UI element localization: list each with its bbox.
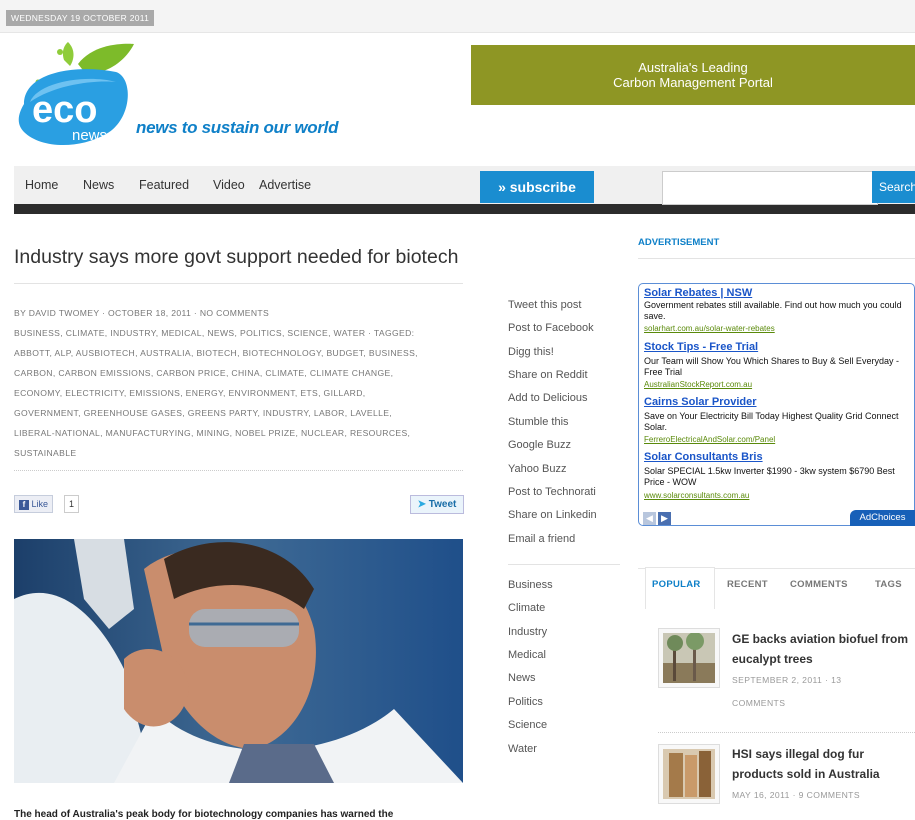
scientist-image [14, 539, 463, 783]
tags-line: Liberal-National, manufacturying, mining… [14, 428, 411, 438]
popular-post-title[interactable]: GE backs aviation biofuel from eucalypt … [732, 629, 912, 669]
ad-body: Save on Your Electricity Bill Today High… [644, 411, 899, 432]
article-lede: The head of Australia's peak body for bi… [14, 809, 394, 820]
svg-text:news: news [72, 127, 107, 144]
subscribe-button[interactable]: » subscribe [480, 171, 594, 203]
like-label: Like [31, 499, 49, 509]
category-business[interactable]: Business [508, 579, 553, 591]
popular-post-meta: COMMENTS [732, 698, 786, 708]
article-title: Industry says more govt support needed f… [14, 246, 459, 268]
category-water[interactable]: Water [508, 743, 537, 755]
tab-recent[interactable]: RECENT [727, 579, 768, 590]
share-delicious[interactable]: Add to Delicious [508, 392, 588, 404]
ad-title[interactable]: Solar Rebates | NSW [644, 287, 752, 299]
tags-line: carbon, carbon emissions, carbon price, … [14, 368, 394, 378]
nav-advertise[interactable]: Advertise [259, 178, 311, 192]
category-medical[interactable]: Medical [508, 649, 546, 661]
tweet-label: Tweet [428, 499, 457, 510]
category-climate[interactable]: Climate [508, 602, 545, 614]
ad-url[interactable]: AustralianStockReport.com.au [644, 380, 752, 389]
adchoices-badge[interactable]: AdChoices [850, 510, 915, 526]
article-photo [14, 539, 463, 783]
share-linkedin[interactable]: Share on Linkedin [508, 509, 597, 521]
ad-url[interactable]: solarhart.com.au/solar-water-rebates [644, 324, 775, 333]
category-tags-line: Business, Climate, Industry, Medical, Ne… [14, 328, 415, 338]
popular-divider [658, 732, 915, 733]
popular-thumbnail[interactable] [658, 628, 720, 688]
nav-video[interactable]: Video [213, 178, 245, 192]
nav-featured[interactable]: Featured [139, 178, 189, 192]
byline: By David Twomey · October 18, 2011 · No … [14, 308, 270, 318]
tags-line: sustainable [14, 448, 77, 458]
ad-title[interactable]: Solar Consultants Bris [644, 451, 763, 463]
ad-body: Solar SPECIAL 1.5kw Inverter $1990 - 3kw… [644, 466, 895, 487]
share-digg[interactable]: Digg this! [508, 346, 554, 358]
nav-news[interactable]: News [83, 178, 114, 192]
category-industry[interactable]: Industry [508, 626, 547, 638]
share-facebook[interactable]: Post to Facebook [508, 322, 594, 334]
like-count: 1 [64, 495, 80, 513]
category-news[interactable]: News [508, 672, 536, 684]
share-stumble[interactable]: Stumble this [508, 416, 569, 428]
facebook-like-button[interactable]: f Like [14, 495, 54, 513]
nav-home[interactable]: Home [25, 178, 58, 192]
logo-graphic: eco news [18, 42, 134, 146]
chevron-left-icon[interactable]: ◀ [643, 512, 656, 525]
share-yahoo-buzz[interactable]: Yahoo Buzz [508, 463, 567, 475]
share-twitter[interactable]: Tweet this post [508, 299, 581, 311]
ad-title[interactable]: Stock Tips - Free Trial [644, 341, 758, 353]
popular-post-title[interactable]: HSI says illegal dog fur products sold i… [732, 744, 912, 784]
tab-popular[interactable]: POPULAR [652, 579, 701, 590]
tags-line: economy, electricity, emissions, energy,… [14, 388, 366, 398]
popular-post-meta: SEPTEMBER 2, 2011 · 13 [732, 675, 842, 685]
ad-url[interactable]: www.solarconsultants.com.au [644, 491, 749, 500]
tagline: news to sustain our world [136, 118, 339, 137]
date-label: WEDNESDAY 19 OCTOBER 2011 [6, 10, 155, 26]
banner-line-2: Carbon Management Portal [613, 75, 773, 90]
search-button[interactable]: Search [872, 171, 915, 203]
share-email[interactable]: Email a friend [508, 533, 575, 545]
facebook-icon: f [19, 500, 29, 510]
tab-comments[interactable]: COMMENTS [790, 579, 848, 590]
popular-post-meta: MAY 16, 2011 · 9 COMMENTS [732, 790, 860, 800]
meta-divider [14, 470, 463, 471]
dog-fur-image [663, 749, 715, 799]
ad-title[interactable]: Cairns Solar Provider [644, 396, 757, 408]
tweet-button[interactable]: ➤ Tweet [410, 495, 464, 514]
ad-url[interactable]: FerreroElectricalAndSolar.com/Panel [644, 435, 775, 444]
popular-thumbnail[interactable] [658, 744, 720, 804]
nav-underline-bar [14, 204, 915, 214]
share-google-buzz[interactable]: Google Buzz [508, 439, 571, 451]
eucalypt-trees-image [663, 632, 715, 683]
ad-body: Our Team will Show You Which Shares to B… [644, 356, 899, 377]
article-meta: By David Twomey · October 18, 2011 · No … [14, 303, 464, 463]
ad-pager: ◀ ▶ [643, 508, 673, 526]
svg-text:eco: eco [32, 89, 97, 131]
chevron-right-icon[interactable]: ▶ [658, 512, 671, 525]
search-input[interactable] [662, 171, 878, 205]
title-divider [14, 283, 463, 284]
ad-body: Government rebates still available. Find… [644, 300, 902, 321]
tags-line: government, greenhouse gases, greens par… [14, 408, 393, 418]
share-technorati[interactable]: Post to Technorati [508, 486, 596, 498]
twitter-bird-icon: ➤ [417, 499, 426, 510]
share-reddit[interactable]: Share on Reddit [508, 369, 588, 381]
category-politics[interactable]: Politics [508, 696, 543, 708]
ad-label-divider [638, 258, 915, 259]
banner-line-1: Australia's Leading [638, 60, 748, 75]
advertisement-label: ADVERTISEMENT [638, 237, 720, 248]
eco-news-logo[interactable]: eco news [16, 42, 151, 152]
tags-line: Abbott, ALP, Ausbiotech, Australia, biot… [14, 348, 418, 358]
banner-ad[interactable]: Australia's Leading Carbon Management Po… [471, 45, 915, 105]
category-science[interactable]: Science [508, 719, 547, 731]
share-divider [508, 564, 620, 565]
tab-tags[interactable]: TAGS [875, 579, 902, 590]
